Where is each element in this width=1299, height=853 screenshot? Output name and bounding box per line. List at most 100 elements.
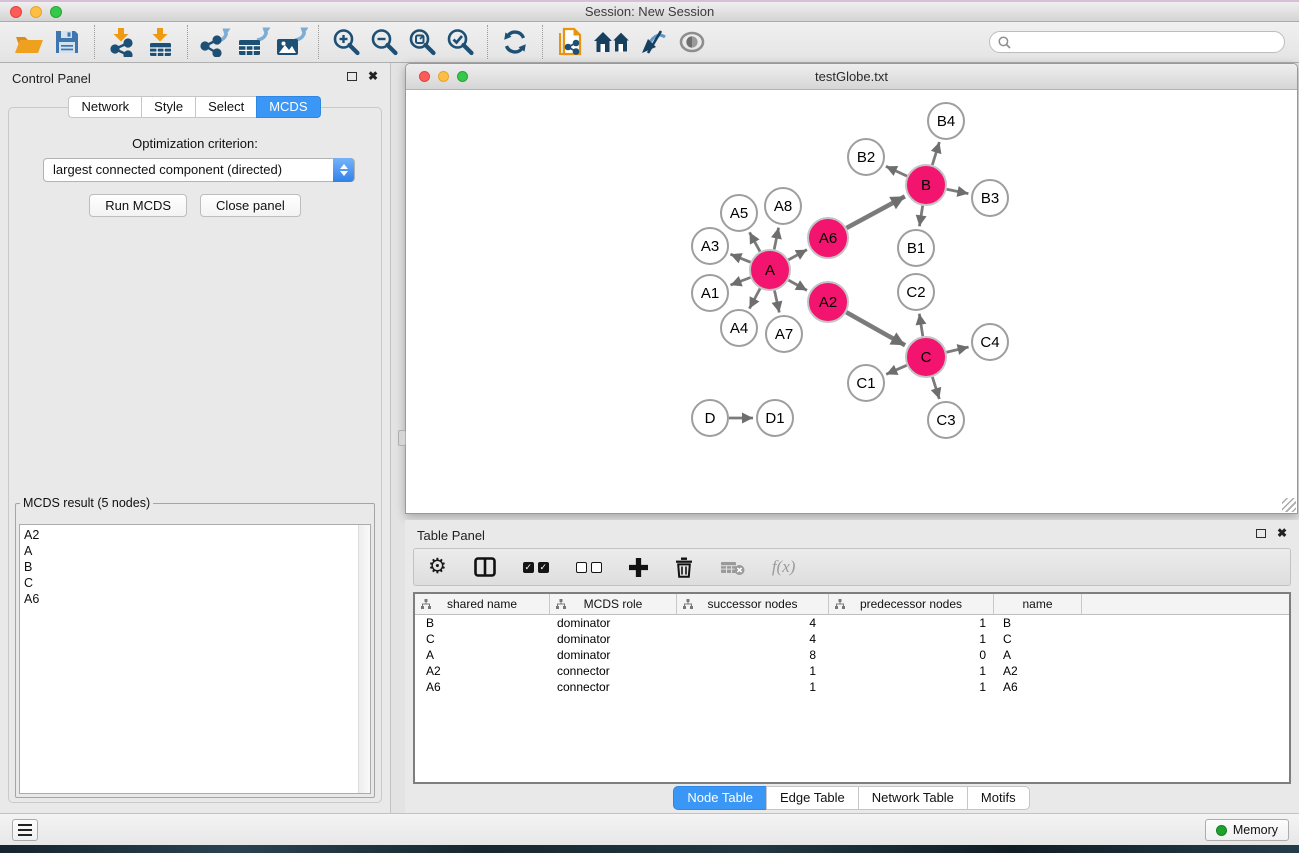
memory-button[interactable]: Memory: [1205, 819, 1289, 841]
graph-edge-C-C4[interactable]: [946, 347, 968, 352]
search-input[interactable]: [1016, 35, 1276, 49]
graph-node-B4[interactable]: B4: [928, 103, 964, 139]
graph-edge-B-B4[interactable]: [932, 142, 939, 165]
graph-edge-A-A8[interactable]: [774, 228, 778, 250]
column-header-successor-nodes[interactable]: successor nodes: [677, 594, 829, 614]
refresh-layout-button[interactable]: [496, 24, 534, 60]
houses-button[interactable]: [589, 24, 635, 60]
graph-edge-A-A1[interactable]: [731, 278, 751, 286]
tab-style[interactable]: Style: [141, 96, 196, 118]
tab-network-table[interactable]: Network Table: [858, 786, 968, 810]
function-builder-button[interactable]: f(x): [772, 557, 796, 577]
close-panel-icon[interactable]: ✖: [368, 71, 378, 81]
column-header-name[interactable]: name: [994, 594, 1082, 614]
minimize-window-button[interactable]: [30, 6, 42, 18]
zoom-fit-button[interactable]: [403, 24, 441, 60]
graph-node-A4[interactable]: A4: [721, 310, 757, 346]
add-column-button[interactable]: [629, 558, 648, 577]
mcds-result-list[interactable]: A2ABCA6: [19, 524, 371, 794]
tab-edge-table[interactable]: Edge Table: [766, 786, 859, 810]
graph-edge-B-B3[interactable]: [947, 189, 969, 193]
graph-edge-C-C3[interactable]: [932, 377, 939, 399]
graph-node-A7[interactable]: A7: [766, 316, 802, 352]
delete-columns-button[interactable]: [675, 556, 693, 578]
result-list-item[interactable]: A6: [24, 591, 354, 607]
float-panel-icon[interactable]: [347, 72, 357, 81]
table-row[interactable]: A2connector11A2: [415, 663, 1289, 679]
graph-node-A8[interactable]: A8: [765, 188, 801, 224]
graph-edge-A6-B[interactable]: [847, 196, 905, 228]
graph-node-D1[interactable]: D1: [757, 400, 793, 436]
table-row[interactable]: Adominator80A: [415, 647, 1289, 663]
graph-edge-B-B2[interactable]: [886, 166, 907, 176]
graph-edge-C-C2[interactable]: [919, 314, 923, 337]
table-row[interactable]: Bdominator41B: [415, 615, 1289, 631]
tab-mcds[interactable]: MCDS: [256, 96, 320, 118]
close-table-panel-icon[interactable]: ✖: [1277, 528, 1287, 538]
graph-node-A[interactable]: A: [750, 250, 790, 290]
graphics-details-button[interactable]: [635, 24, 673, 60]
table-settings-button[interactable]: ⚙: [428, 557, 447, 577]
graph-node-A1[interactable]: A1: [692, 275, 728, 311]
import-network-button[interactable]: [103, 24, 141, 60]
graph-node-C4[interactable]: C4: [972, 324, 1008, 360]
table-row[interactable]: Cdominator41C: [415, 631, 1289, 647]
result-list-item[interactable]: C: [24, 575, 354, 591]
graph-edge-A-A5[interactable]: [750, 232, 761, 251]
graph-edge-A-A7[interactable]: [775, 291, 780, 313]
open-session-button[interactable]: [10, 24, 48, 60]
delete-table-button[interactable]: [720, 559, 745, 576]
network-window-titlebar[interactable]: testGlobe.txt: [406, 64, 1297, 90]
graph-edge-A-A3[interactable]: [730, 254, 750, 262]
graph-edge-A-A2[interactable]: [788, 280, 807, 290]
run-mcds-button[interactable]: Run MCDS: [89, 194, 187, 217]
graph-edge-B-B1[interactable]: [919, 206, 922, 227]
export-table-button[interactable]: [234, 24, 272, 60]
result-list-item[interactable]: B: [24, 559, 354, 575]
criterion-dropdown[interactable]: largest connected component (directed): [43, 158, 355, 182]
result-list-scrollbar[interactable]: [358, 525, 370, 793]
zoom-out-button[interactable]: [365, 24, 403, 60]
graph-node-C1[interactable]: C1: [848, 365, 884, 401]
export-image-button[interactable]: [272, 24, 310, 60]
tab-select[interactable]: Select: [195, 96, 257, 118]
result-list-item[interactable]: A: [24, 543, 354, 559]
table-row[interactable]: A6connector11A6: [415, 679, 1289, 695]
show-hide-button[interactable]: [673, 24, 711, 60]
network-minimize-button[interactable]: [438, 71, 449, 82]
network-close-button[interactable]: [419, 71, 430, 82]
graph-node-A6[interactable]: A6: [808, 218, 848, 258]
deselect-all-button[interactable]: [576, 562, 602, 573]
graph-edge-A-A4[interactable]: [749, 289, 760, 309]
network-canvas[interactable]: B4B2BB3A8A5A6A3B1AC2A1A2A4A7C4CC1C3DD1: [407, 90, 1296, 512]
import-table-button[interactable]: [141, 24, 179, 60]
graph-node-C3[interactable]: C3: [928, 402, 964, 438]
close-panel-button[interactable]: Close panel: [200, 194, 301, 217]
split-pane-divider-handle[interactable]: [398, 430, 406, 446]
graph-node-A5[interactable]: A5: [721, 195, 757, 231]
export-network-button[interactable]: [196, 24, 234, 60]
graph-node-B3[interactable]: B3: [972, 180, 1008, 216]
column-header-predecessor-nodes[interactable]: predecessor nodes: [829, 594, 994, 614]
tab-motifs[interactable]: Motifs: [967, 786, 1030, 810]
graph-node-B1[interactable]: B1: [898, 230, 934, 266]
search-field[interactable]: [989, 31, 1285, 53]
graph-edge-A-A6[interactable]: [788, 250, 807, 260]
graph-node-D[interactable]: D: [692, 400, 728, 436]
graph-node-C[interactable]: C: [906, 337, 946, 377]
select-all-button[interactable]: ✓✓: [523, 562, 549, 573]
tab-node-table[interactable]: Node Table: [673, 786, 767, 810]
graph-node-A3[interactable]: A3: [692, 228, 728, 264]
tab-network[interactable]: Network: [68, 96, 142, 118]
window-resize-grip[interactable]: [1282, 498, 1296, 512]
column-header-mcds-role[interactable]: MCDS role: [550, 594, 677, 614]
toggle-panel-split-button[interactable]: [474, 557, 496, 577]
network-graph[interactable]: B4B2BB3A8A5A6A3B1AC2A1A2A4A7C4CC1C3DD1: [407, 90, 1296, 512]
network-zoom-button[interactable]: [457, 71, 468, 82]
graph-edge-C-C1[interactable]: [886, 365, 907, 374]
task-history-button[interactable]: [12, 819, 38, 841]
result-list-item[interactable]: A2: [24, 527, 354, 543]
new-network-from-selection-button[interactable]: [551, 24, 589, 60]
float-table-panel-icon[interactable]: [1256, 529, 1266, 538]
graph-node-B2[interactable]: B2: [848, 139, 884, 175]
